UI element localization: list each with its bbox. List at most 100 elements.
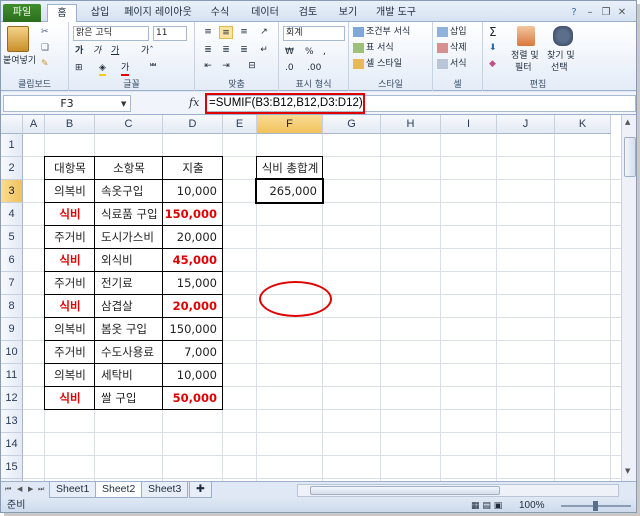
row-header-15[interactable]: 15 (1, 456, 23, 479)
row-header-3[interactable]: 3 (1, 180, 23, 203)
cell-amount[interactable]: 7,000 (163, 341, 223, 364)
restore-icon[interactable]: ❐ (599, 4, 613, 22)
underline-icon[interactable]: 가 (111, 45, 119, 57)
column-header-c[interactable]: C (95, 115, 163, 134)
cell-item[interactable]: 세탁비 (95, 364, 163, 387)
cell-item[interactable]: 쌀 구입 (95, 387, 163, 410)
prev-sheet-icon[interactable]: ◀ (17, 485, 22, 493)
cell-category[interactable]: 의복비 (45, 180, 95, 203)
format-cells-button[interactable]: 서식 (437, 58, 467, 70)
row-header-2[interactable]: 2 (1, 157, 23, 180)
column-header-f[interactable]: F (257, 115, 323, 134)
cell-amount[interactable]: 150,000 (163, 318, 223, 341)
tab-view[interactable]: 보기 (333, 4, 363, 22)
sort-filter-label2[interactable]: 필터 (515, 62, 532, 74)
cell-amount[interactable]: 20,000 (163, 295, 223, 318)
column-header-g[interactable]: G (323, 115, 381, 134)
tab-file[interactable]: 파일 (3, 4, 41, 22)
accounting-icon[interactable]: ₩ (285, 46, 294, 58)
column-header-k[interactable]: K (555, 115, 611, 134)
summary-label[interactable]: 식비 총합계 (257, 157, 323, 180)
tab-data[interactable]: 데이터 (245, 4, 285, 22)
autosum-icon[interactable]: Σ (489, 26, 497, 38)
scroll-down-icon[interactable]: ▼ (625, 467, 630, 475)
increase-decimal-icon[interactable]: .0 (285, 62, 294, 74)
row-header-11[interactable]: 11 (1, 364, 23, 387)
row-header-13[interactable]: 13 (1, 410, 23, 433)
sheet-tab-sheet1[interactable]: Sheet1 (49, 482, 97, 498)
wrap-text-icon[interactable]: ↵ (257, 44, 271, 57)
row-header-8[interactable]: 8 (1, 295, 23, 318)
row-header-6[interactable]: 6 (1, 249, 23, 272)
cell-category[interactable]: 주거비 (45, 272, 95, 295)
row-header-4[interactable]: 4 (1, 203, 23, 226)
row-header-1[interactable]: 1 (1, 134, 23, 157)
row-header-10[interactable]: 10 (1, 341, 23, 364)
column-header-b[interactable]: B (45, 115, 95, 134)
phonetic-icon[interactable]: ᄈ (149, 62, 157, 74)
cell-amount[interactable]: 10,000 (163, 180, 223, 203)
first-sheet-icon[interactable]: ⏮ (5, 485, 11, 494)
number-format-select[interactable]: 회계 (283, 26, 345, 41)
format-painter-icon[interactable]: ✎ (41, 58, 49, 70)
border-icon[interactable]: ⊞ (75, 62, 83, 74)
align-middle-icon[interactable]: ≡ (219, 26, 233, 39)
scroll-up-icon[interactable]: ▲ (625, 118, 630, 126)
align-center-icon[interactable]: ≣ (219, 44, 233, 57)
percent-icon[interactable]: % (305, 46, 314, 58)
tab-page-layout[interactable]: 페이지 레이아웃 (119, 4, 197, 22)
help-icon[interactable]: ? (567, 4, 581, 22)
cell-amount[interactable]: 20,000 (163, 226, 223, 249)
zoom-slider-knob[interactable] (593, 501, 598, 511)
vertical-scroll-thumb[interactable] (624, 137, 636, 177)
font-color-icon[interactable]: 가 (121, 62, 130, 76)
row-header-9[interactable]: 9 (1, 318, 23, 341)
cell-item[interactable]: 수도사용료 (95, 341, 163, 364)
close-icon[interactable]: ✕ (615, 4, 629, 22)
horizontal-scrollbar[interactable] (297, 484, 619, 497)
cell-item[interactable]: 속옷구입 (95, 180, 163, 203)
tab-formulas[interactable]: 수식 (205, 4, 235, 22)
cell-item[interactable]: 전기료 (95, 272, 163, 295)
column-header-h[interactable]: H (381, 115, 441, 134)
table-header-minor[interactable]: 소항목 (95, 157, 163, 180)
cell-amount[interactable]: 50,000 (163, 387, 223, 410)
find-select-label2[interactable]: 선택 (551, 62, 568, 74)
delete-cells-button[interactable]: 삭제 (437, 42, 467, 54)
sheet-tab-sheet2[interactable]: Sheet2 (95, 482, 143, 498)
align-top-icon[interactable]: ≡ (201, 26, 215, 39)
cell-category[interactable]: 식비 (45, 295, 95, 318)
cell-amount[interactable]: 10,000 (163, 364, 223, 387)
grow-font-icon[interactable]: 가ˆ (141, 45, 154, 57)
comma-icon[interactable]: , (323, 46, 326, 58)
insert-cells-button[interactable]: 삽입 (437, 26, 467, 38)
next-sheet-icon[interactable]: ▶ (28, 485, 33, 493)
horizontal-scroll-thumb[interactable] (310, 486, 500, 495)
column-header-d[interactable]: D (163, 115, 223, 134)
find-select-icon[interactable] (553, 26, 573, 46)
tab-insert[interactable]: 삽입 (85, 4, 115, 22)
cell-category[interactable]: 의복비 (45, 364, 95, 387)
name-box[interactable]: F3 (3, 95, 131, 112)
column-header-e[interactable]: E (223, 115, 257, 134)
copy-icon[interactable]: ❏ (41, 42, 49, 54)
cell-item[interactable]: 외식비 (95, 249, 163, 272)
align-left-icon[interactable]: ≣ (201, 44, 215, 57)
table-header-major[interactable]: 대항목 (45, 157, 95, 180)
cell-category[interactable]: 식비 (45, 387, 95, 410)
column-header-i[interactable]: I (441, 115, 497, 134)
align-bottom-icon[interactable]: ≡ (237, 26, 251, 39)
cell-amount[interactable]: 150,000 (163, 203, 223, 226)
decrease-decimal-icon[interactable]: .00 (307, 62, 321, 74)
clear-icon[interactable]: ◆ (489, 58, 496, 70)
cell-item[interactable]: 삼겹살 (95, 295, 163, 318)
insert-function-icon[interactable]: fx (189, 96, 199, 109)
cut-icon[interactable]: ✂ (41, 26, 49, 38)
tab-home[interactable]: 홈 (47, 4, 77, 23)
cell-amount[interactable]: 15,000 (163, 272, 223, 295)
vertical-scrollbar[interactable]: ▲ ▼ (621, 115, 636, 481)
row-header-12[interactable]: 12 (1, 387, 23, 410)
view-buttons-icon[interactable]: ▦ ▤ ▣ (471, 498, 502, 512)
find-select-label1[interactable]: 찾기 및 (547, 50, 575, 62)
fill-color-icon[interactable]: ◈ (99, 62, 106, 76)
